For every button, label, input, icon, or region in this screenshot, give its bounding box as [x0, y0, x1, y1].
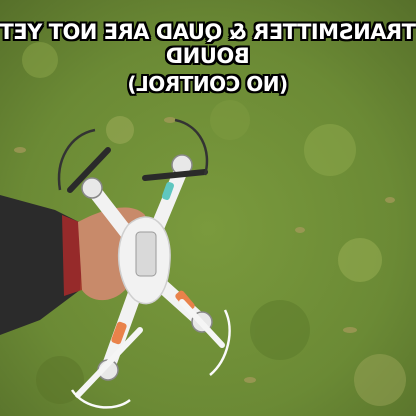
photo-scene: TRANSMITTER & QUAD ARE NOT YET BOUND (NO…: [0, 0, 416, 416]
caption-line-2: (NO CONTROL): [127, 72, 289, 96]
caption-line-1: TRANSMITTER & QUAD ARE NOT YET BOUND: [0, 20, 416, 68]
